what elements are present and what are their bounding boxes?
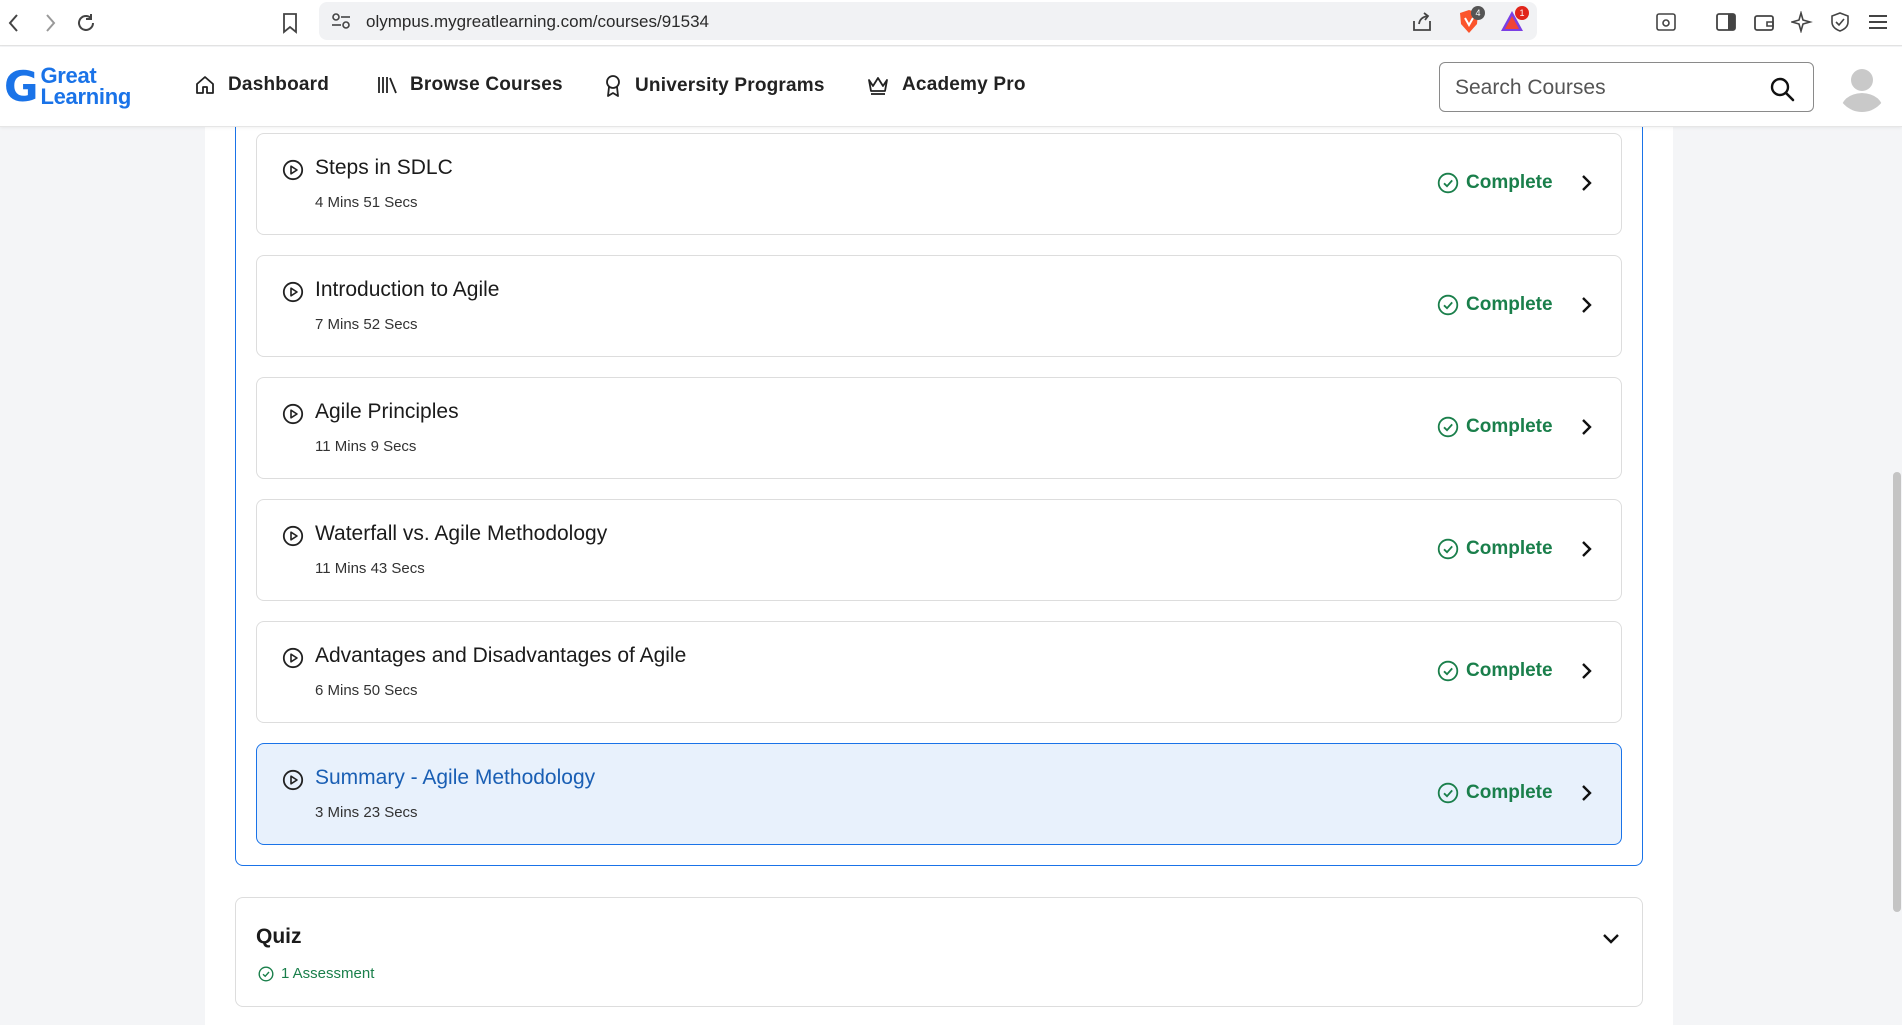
great-learning-logo[interactable]: G Great Learning <box>4 65 131 109</box>
chevron-down-icon[interactable] <box>1600 928 1622 955</box>
check-circle-icon <box>1437 416 1459 438</box>
lesson-status: Complete <box>1437 416 1553 438</box>
site-header: G Great Learning Dashboard Browse Course… <box>0 47 1902 127</box>
forward-icon[interactable] <box>36 9 64 37</box>
nav-academy-pro[interactable]: Academy Pro <box>866 74 1026 96</box>
lesson-status-label: Complete <box>1466 172 1553 193</box>
lesson-row[interactable]: Summary - Agile Methodology 3 Mins 23 Sec… <box>256 743 1622 845</box>
lesson-duration: 3 Mins 23 Secs <box>315 804 418 821</box>
rewards-count-badge: 1 <box>1515 6 1529 20</box>
brave-rewards-icon[interactable]: 1 <box>1499 6 1529 38</box>
sidebar-toggle-icon[interactable] <box>1712 8 1740 36</box>
search-input[interactable] <box>1455 75 1755 101</box>
wallet-icon[interactable] <box>1750 8 1778 36</box>
chevron-right-icon[interactable] <box>1575 782 1597 804</box>
lesson-title[interactable]: Agile Principles <box>315 400 459 424</box>
award-icon <box>606 75 620 97</box>
library-icon <box>378 77 397 94</box>
quiz-title: Quiz <box>256 925 302 948</box>
lesson-status-label: Complete <box>1466 416 1553 437</box>
lesson-title[interactable]: Advantages and Disadvantages of Agile <box>315 644 686 668</box>
lesson-row[interactable]: Waterfall vs. Agile Methodology 11 Mins 4… <box>256 499 1622 601</box>
play-circle-icon <box>282 403 304 425</box>
nav-browse-courses[interactable]: Browse Courses <box>376 74 563 96</box>
chevron-right-icon[interactable] <box>1575 294 1597 316</box>
site-settings-icon[interactable] <box>331 12 351 35</box>
play-circle-icon <box>282 769 304 791</box>
lesson-status-label: Complete <box>1466 538 1553 559</box>
url-text[interactable]: olympus.mygreatlearning.com/courses/9153… <box>366 12 709 32</box>
lesson-status: Complete <box>1437 294 1553 316</box>
check-circle-icon <box>1437 660 1459 682</box>
lesson-status: Complete <box>1437 660 1553 682</box>
nav-academy-pro-label: Academy Pro <box>902 74 1026 95</box>
chevron-right-icon[interactable] <box>1575 416 1597 438</box>
logo-text-line2: Learning <box>40 84 131 109</box>
check-circle-icon <box>1437 782 1459 804</box>
lesson-duration: 7 Mins 52 Secs <box>315 316 418 333</box>
search-box[interactable] <box>1439 62 1814 112</box>
check-circle-icon <box>1437 294 1459 316</box>
nav-dashboard[interactable]: Dashboard <box>194 74 329 96</box>
bookmark-icon[interactable] <box>276 9 304 37</box>
nav-browse-courses-label: Browse Courses <box>410 74 563 95</box>
chevron-right-icon[interactable] <box>1575 660 1597 682</box>
lesson-status-label: Complete <box>1466 660 1553 681</box>
play-circle-icon <box>282 281 304 303</box>
menu-icon[interactable] <box>1864 8 1892 36</box>
reader-mode-icon[interactable] <box>1652 8 1680 36</box>
lesson-row[interactable]: Advantages and Disadvantages of Agile 6 M… <box>256 621 1622 723</box>
check-circle-icon <box>258 965 274 982</box>
play-circle-icon <box>282 525 304 547</box>
quiz-assessment-label: 1 Assessment <box>281 965 375 982</box>
lesson-title[interactable]: Introduction to Agile <box>315 278 499 302</box>
search-icon[interactable] <box>1769 76 1795 107</box>
nav-university-programs-label: University Programs <box>635 75 825 96</box>
page-scrollbar-thumb[interactable] <box>1893 472 1901 912</box>
brave-shield-icon[interactable]: 4 <box>1457 6 1485 40</box>
address-bar[interactable]: olympus.mygreatlearning.com/courses/9153… <box>319 2 1537 40</box>
lesson-row[interactable]: Introduction to Agile 7 Mins 52 Secs Compl… <box>256 255 1622 357</box>
lesson-title[interactable]: Waterfall vs. Agile Methodology <box>315 522 607 546</box>
back-icon[interactable] <box>0 9 28 37</box>
lesson-status-label: Complete <box>1466 294 1553 315</box>
play-circle-icon <box>282 159 304 181</box>
lesson-title[interactable]: Summary - Agile Methodology <box>315 766 595 790</box>
home-icon <box>196 76 214 94</box>
vpn-icon[interactable] <box>1826 8 1854 36</box>
leo-ai-icon[interactable] <box>1788 8 1816 36</box>
shield-count-badge: 4 <box>1471 6 1485 20</box>
lesson-duration: 6 Mins 50 Secs <box>315 682 418 699</box>
quiz-section[interactable]: Quiz 1 Assessment <box>235 897 1643 1007</box>
crown-icon <box>868 77 888 95</box>
lesson-row[interactable]: Steps in SDLC 4 Mins 51 Secs Complete <box>256 133 1622 235</box>
lesson-row[interactable]: Agile Principles 11 Mins 9 Secs Complete <box>256 377 1622 479</box>
nav-university-programs[interactable]: University Programs <box>603 74 825 98</box>
lesson-duration: 11 Mins 43 Secs <box>315 560 425 577</box>
avatar[interactable] <box>1837 62 1887 112</box>
check-circle-icon <box>1437 172 1459 194</box>
chevron-right-icon[interactable] <box>1575 172 1597 194</box>
nav-dashboard-label: Dashboard <box>228 74 330 95</box>
lesson-duration: 4 Mins 51 Secs <box>315 194 418 211</box>
lesson-duration: 11 Mins 9 Secs <box>315 438 417 455</box>
check-circle-icon <box>1437 538 1459 560</box>
lesson-status: Complete <box>1437 782 1553 804</box>
logo-g-icon: G <box>4 62 39 111</box>
reload-icon[interactable] <box>72 9 100 37</box>
lesson-status: Complete <box>1437 172 1553 194</box>
browser-toolbar: olympus.mygreatlearning.com/courses/9153… <box>0 0 1902 46</box>
lesson-status-label: Complete <box>1466 782 1553 803</box>
lesson-title[interactable]: Steps in SDLC <box>315 156 453 180</box>
quiz-assessment-status: 1 Assessment <box>258 965 374 982</box>
chevron-right-icon[interactable] <box>1575 538 1597 560</box>
play-circle-icon <box>282 647 304 669</box>
lesson-status: Complete <box>1437 538 1553 560</box>
share-icon[interactable] <box>1411 11 1433 38</box>
